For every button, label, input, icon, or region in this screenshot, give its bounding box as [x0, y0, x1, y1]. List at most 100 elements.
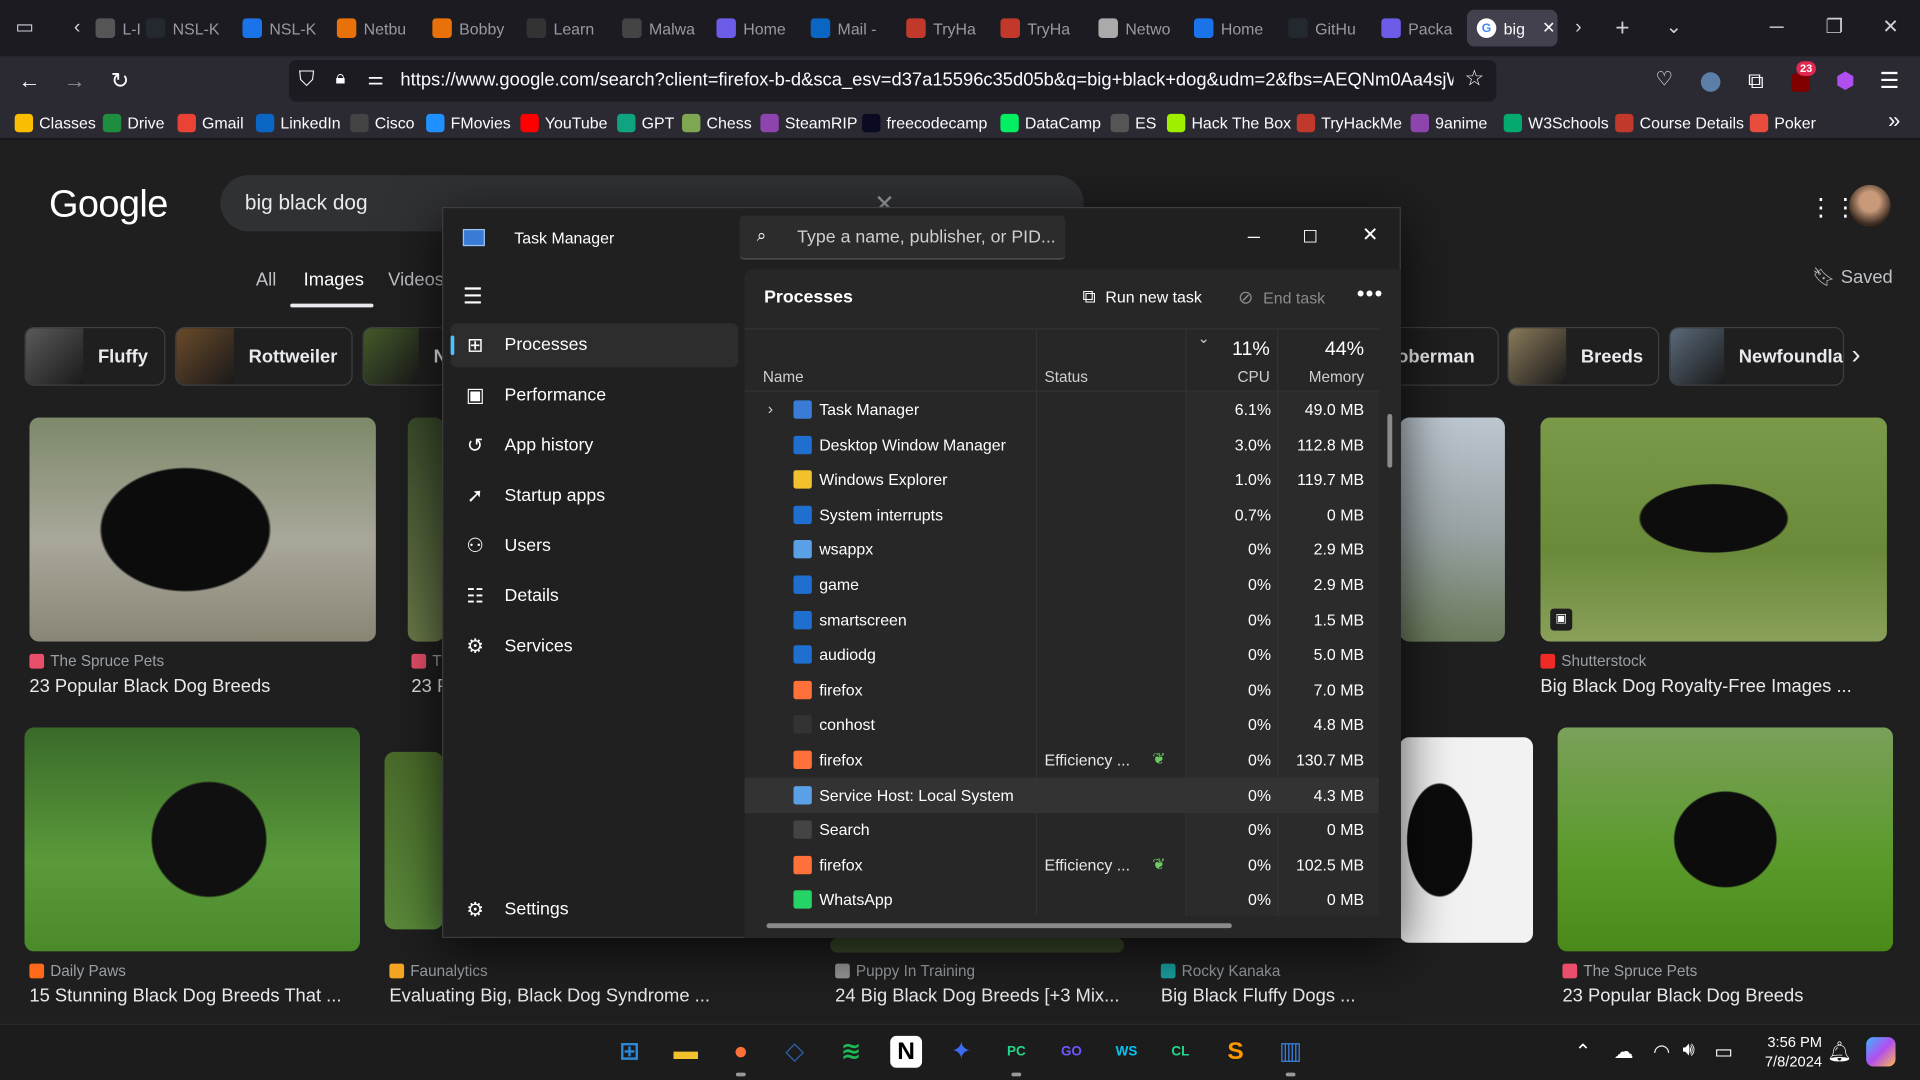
process-row[interactable]: firefox 0% 7.0 MB [744, 672, 1378, 708]
browser-tab[interactable]: L-K [95, 10, 140, 47]
process-row[interactable]: game 0% 2.9 MB [744, 567, 1378, 603]
taskbar-firefox-icon[interactable]: ● [725, 1036, 757, 1077]
show-hidden-icons-icon[interactable]: ⌃ [1575, 1040, 1591, 1064]
result-source[interactable]: T [411, 653, 442, 670]
battery-icon[interactable]: ▭ [1714, 1040, 1733, 1064]
result-image[interactable] [830, 937, 1125, 953]
horizontal-scrollbar[interactable] [766, 923, 1232, 929]
reload-icon[interactable]: ↻ [105, 66, 134, 95]
taskbar-spotify-icon[interactable]: ≋ [835, 1036, 867, 1068]
tab-images[interactable]: Images [304, 269, 364, 290]
list-tabs-icon[interactable]: ⌄ [1660, 15, 1687, 42]
tab-videos[interactable]: Videos [388, 269, 444, 290]
result-title[interactable]: 23 Popular Black Dog Breeds [29, 676, 270, 697]
browser-tab[interactable]: NSL-K [145, 10, 219, 47]
browser-tab[interactable]: Netwo [1098, 10, 1171, 47]
run-new-task-button[interactable]: ⧉ Run new task [1082, 287, 1201, 308]
bookmark-item[interactable]: YouTube [520, 111, 607, 133]
browser-tab[interactable]: NSL-K [242, 10, 316, 47]
active-tab[interactable]: G big ✕ [1466, 9, 1558, 47]
result-title[interactable]: 23 Popular Black Dog Breeds [1562, 986, 1803, 1007]
nav-app-history[interactable]: ↺ App history [451, 424, 739, 468]
taskbar-goland-icon[interactable]: GO [1056, 1036, 1088, 1068]
more-bookmarks-icon[interactable]: » [1880, 105, 1909, 134]
notification-icon[interactable]: 🔔︎ [1827, 1040, 1852, 1064]
google-logo[interactable]: Google [49, 182, 168, 226]
bookmark-item[interactable]: GPT [617, 111, 674, 133]
clock[interactable]: 3:56 PM 7/8/2024 [1751, 1032, 1822, 1071]
result-source[interactable]: The Spruce Pets [29, 653, 164, 670]
col-memory[interactable]: Memory [1277, 369, 1379, 386]
tab-overview-icon[interactable]: ▭ [11, 15, 38, 42]
nav-settings[interactable]: ⚙ Settings [451, 888, 739, 932]
close-window-icon[interactable]: ✕ [1877, 15, 1904, 42]
result-title[interactable]: Big Black Dog Royalty-Free Images ... [1540, 676, 1851, 697]
result-source[interactable]: The Spruce Pets [1562, 962, 1697, 980]
taskbar-virtualbox-icon[interactable]: ◇ [779, 1036, 811, 1068]
browser-tab[interactable]: Learn [526, 10, 608, 47]
search-query[interactable]: big black dog [245, 191, 368, 215]
result-image[interactable] [29, 417, 376, 642]
browser-tab[interactable]: Mail - [810, 10, 884, 47]
menu-icon[interactable]: ☰ [1875, 66, 1904, 95]
avatar[interactable] [1848, 184, 1891, 227]
result-image[interactable] [1399, 737, 1534, 943]
bookmark-item[interactable]: FMovies [426, 111, 511, 133]
result-image[interactable] [1557, 727, 1894, 952]
tracking-shield-icon[interactable]: ⛉ [299, 67, 315, 91]
minimize-window-icon[interactable]: ─ [1763, 15, 1790, 42]
taskbar-notion-icon[interactable]: N [890, 1035, 923, 1068]
nav-users[interactable]: ⚇ Users [451, 524, 739, 568]
apps-grid-icon[interactable]: ⋮⋮ [1809, 192, 1858, 222]
nav-details[interactable]: ☷ Details [451, 574, 739, 618]
new-tab-icon[interactable]: + [1609, 15, 1636, 42]
chip-partial[interactable]: N [362, 326, 449, 386]
result-title[interactable]: 15 Stunning Black Dog Breeds That ... [29, 986, 341, 1007]
tab-all[interactable]: All [256, 269, 276, 290]
taskbar-task-manager-icon[interactable]: ▥ [1275, 1036, 1307, 1077]
process-row[interactable]: Desktop Window Manager 3.0% 112.8 MB [744, 427, 1378, 463]
browser-tab[interactable]: Bobby [432, 10, 505, 47]
process-row[interactable]: smartscreen 0% 1.5 MB [744, 602, 1378, 638]
scroll-tabs-left-icon[interactable]: ‹ [64, 15, 91, 42]
taskbar-pycharm-icon[interactable]: PC [1000, 1036, 1032, 1077]
process-row[interactable]: Service Host: Local System 0% 4.3 MB [744, 777, 1379, 813]
taskbar-chatgpt-icon[interactable]: ✦ [945, 1036, 977, 1068]
taskbar-file-explorer-icon[interactable]: ▬ [670, 1036, 702, 1068]
browser-tab[interactable]: Netbu [336, 10, 410, 47]
process-row[interactable]: Windows Explorer 1.0% 119.7 MB [744, 462, 1378, 498]
process-search-input[interactable]: ⌕ Type a name, publisher, or PID... [739, 215, 1066, 260]
browser-tab[interactable]: Malware c [622, 10, 696, 47]
browser-tab[interactable]: GitHu [1288, 10, 1361, 47]
vertical-scrollbar[interactable] [1387, 413, 1393, 468]
bookmark-item[interactable]: Poker [1749, 111, 1816, 133]
extensions-icon[interactable]: ⧉ [1741, 66, 1770, 95]
chips-next-icon[interactable]: › [1851, 339, 1860, 371]
bookmark-item[interactable]: Chess [682, 111, 752, 133]
wifi-icon[interactable]: ◠ [1653, 1040, 1670, 1064]
bookmark-item[interactable]: freecodecamp [862, 111, 987, 133]
tm-minimize-icon[interactable]: ─ [1226, 218, 1282, 255]
tm-close-icon[interactable]: ✕ [1342, 218, 1398, 255]
bookmark-item[interactable]: W3Schools [1503, 111, 1609, 133]
browser-tab[interactable]: TryHa [1000, 10, 1073, 47]
process-row[interactable]: conhost 0% 4.8 MB [744, 707, 1378, 743]
close-tab-icon[interactable]: ✕ [1542, 18, 1555, 38]
taskbar-webstorm-icon[interactable]: WS [1111, 1036, 1143, 1068]
process-row[interactable]: › Task Manager 6.1% 49.0 MB [744, 392, 1378, 428]
col-name[interactable]: Name [763, 369, 804, 386]
nav-services[interactable]: ⚙ Services [451, 624, 739, 668]
restore-window-icon[interactable]: ❐ [1821, 15, 1848, 42]
result-image[interactable] [24, 727, 361, 952]
extension-globe-icon[interactable] [1696, 66, 1725, 95]
process-row[interactable]: System interrupts 0.7% 0 MB [744, 497, 1378, 533]
more-options-icon[interactable]: ••• [1357, 282, 1384, 308]
result-source[interactable]: Puppy In Training [835, 962, 975, 980]
browser-tab[interactable]: Home [1193, 10, 1267, 47]
col-cpu[interactable]: CPU [1185, 369, 1277, 386]
cpu-total[interactable]: 11% [1185, 339, 1277, 361]
chip-fluffy[interactable]: Fluffy [24, 326, 166, 386]
back-icon[interactable]: ← [15, 66, 44, 95]
scroll-tabs-right-icon[interactable]: › [1565, 15, 1592, 42]
bookmark-item[interactable]: DataCamp [1000, 111, 1101, 133]
